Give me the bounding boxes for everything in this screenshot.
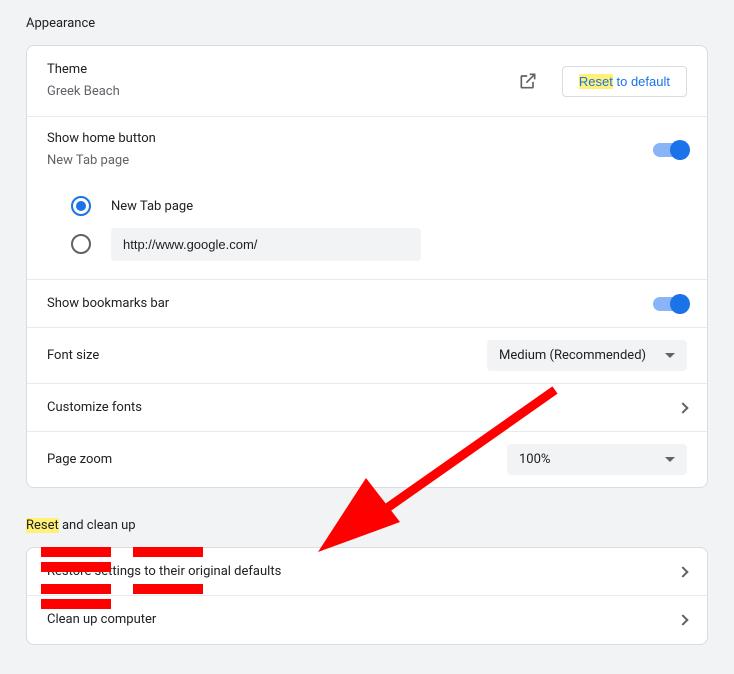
radio-newtab[interactable] xyxy=(71,196,91,216)
page-zoom-value: 100% xyxy=(519,452,550,467)
show-home-label: Show home button xyxy=(47,129,653,149)
reset-highlight: Reset xyxy=(579,74,613,89)
reset-to-default-button[interactable]: Reset to default xyxy=(562,66,687,97)
reset-section-title: Reset and clean up xyxy=(0,488,734,547)
radio-row-newtab[interactable]: New Tab page xyxy=(71,187,707,225)
font-size-row: Font size Medium (Recommended) xyxy=(27,328,707,384)
restore-settings-label: Restore settings to their original defau… xyxy=(47,562,671,582)
clean-up-row[interactable]: Clean up computer xyxy=(27,596,707,644)
reset-card: Restore settings to their original defau… xyxy=(26,547,708,645)
dropdown-caret-icon xyxy=(665,457,675,462)
bookmarks-bar-label: Show bookmarks bar xyxy=(47,294,653,314)
font-size-select[interactable]: Medium (Recommended) xyxy=(487,340,687,371)
clean-up-label: Clean up computer xyxy=(47,610,671,630)
chevron-right-icon xyxy=(677,402,688,413)
theme-name: Greek Beach xyxy=(47,82,518,102)
reset-title-highlight: Reset xyxy=(26,518,59,533)
home-radio-group: New Tab page xyxy=(27,183,707,280)
radio-row-url[interactable] xyxy=(71,225,707,263)
show-home-toggle[interactable] xyxy=(653,143,687,157)
chevron-right-icon xyxy=(677,566,688,577)
chevron-right-icon xyxy=(677,614,688,625)
appearance-section-title: Appearance xyxy=(0,0,734,45)
font-size-value: Medium (Recommended) xyxy=(499,348,646,363)
radio-newtab-label: New Tab page xyxy=(111,199,193,214)
reset-title-rest: and clean up xyxy=(59,518,136,533)
dropdown-caret-icon xyxy=(665,353,675,358)
appearance-card: Theme Greek Beach Reset to default Show … xyxy=(26,45,708,488)
theme-label: Theme xyxy=(47,60,518,80)
show-home-sub: New Tab page xyxy=(47,151,653,171)
page-zoom-select[interactable]: 100% xyxy=(507,444,687,475)
home-url-input[interactable] xyxy=(111,228,421,261)
external-link-icon[interactable] xyxy=(518,71,538,91)
show-home-row: Show home button New Tab page xyxy=(27,117,707,183)
customize-fonts-label: Customize fonts xyxy=(47,398,671,418)
theme-row: Theme Greek Beach Reset to default xyxy=(27,46,707,117)
bookmarks-bar-row: Show bookmarks bar xyxy=(27,280,707,328)
reset-rest-text: to default xyxy=(613,74,670,89)
radio-url[interactable] xyxy=(71,234,91,254)
bookmarks-bar-toggle[interactable] xyxy=(653,297,687,311)
customize-fonts-row[interactable]: Customize fonts xyxy=(27,384,707,432)
font-size-label: Font size xyxy=(47,346,487,366)
page-zoom-row: Page zoom 100% xyxy=(27,432,707,487)
restore-settings-row[interactable]: Restore settings to their original defau… xyxy=(27,548,707,596)
page-zoom-label: Page zoom xyxy=(47,450,507,470)
